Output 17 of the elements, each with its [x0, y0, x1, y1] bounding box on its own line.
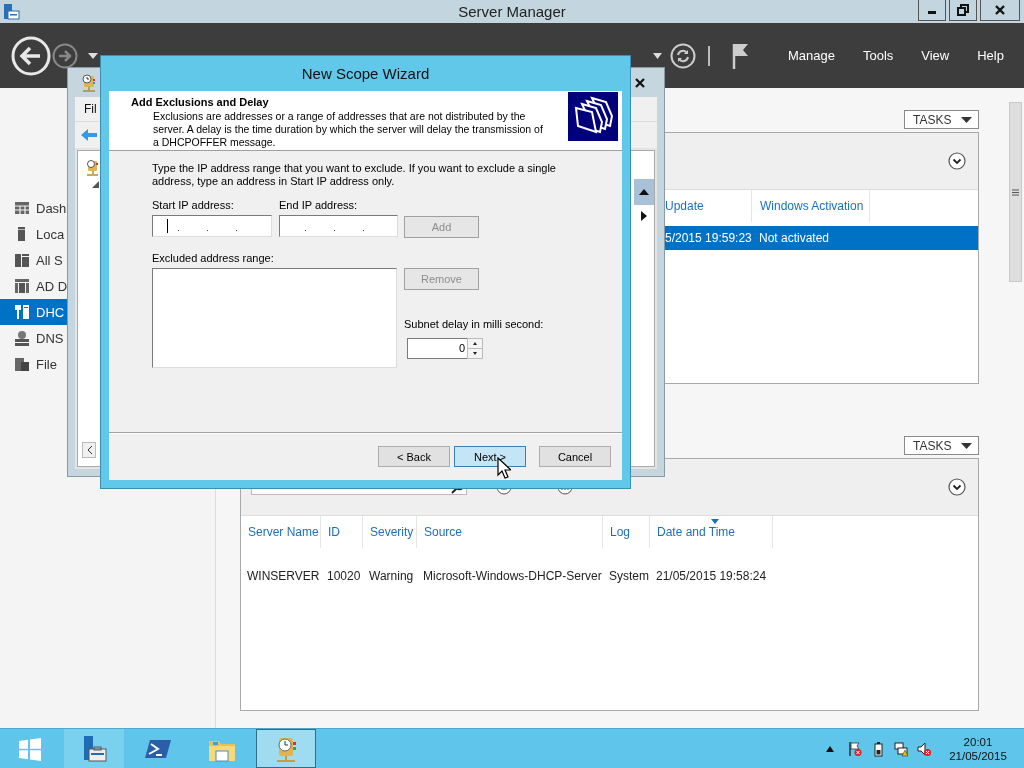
field-label: Start IP address: [152, 199, 235, 212]
table-cell-text: System [608, 569, 650, 583]
instruction-text: Type the IP address range that you want to exclude. If you want to exclude a single address, type an address in Start IP address only. [152, 162, 557, 188]
page-description: Exclusions are addresses or a range of addresses that are not distributed by the server. A delay is the time duration by which the server will delay the transmission of a DHCPOFFER message. [153, 110, 544, 149]
table-cell-text: Warning [368, 569, 415, 583]
table-cell: 5/2015 19:59:23 [665, 231, 752, 245]
table-cell-text: 10020 [326, 569, 362, 583]
field-label: End IP address: [279, 199, 359, 212]
table-cell-text: Not activated [758, 231, 831, 245]
table-cell-text: 21/05/2015 19:58:24 [655, 569, 768, 583]
field-label: Subnet delay in milli second: [404, 318, 544, 330]
window-title: Server Manager [458, 2, 566, 22]
table-cell-text: Microsoft-Windows-DHCP-Server [422, 569, 603, 583]
page-heading: Add Exclusions and Delay [131, 96, 270, 108]
field-label: Excluded address range: [152, 252, 275, 265]
dialog-title: New Scope Wizard [301, 65, 430, 82]
table-cell-text: WINSERVER [246, 569, 321, 583]
